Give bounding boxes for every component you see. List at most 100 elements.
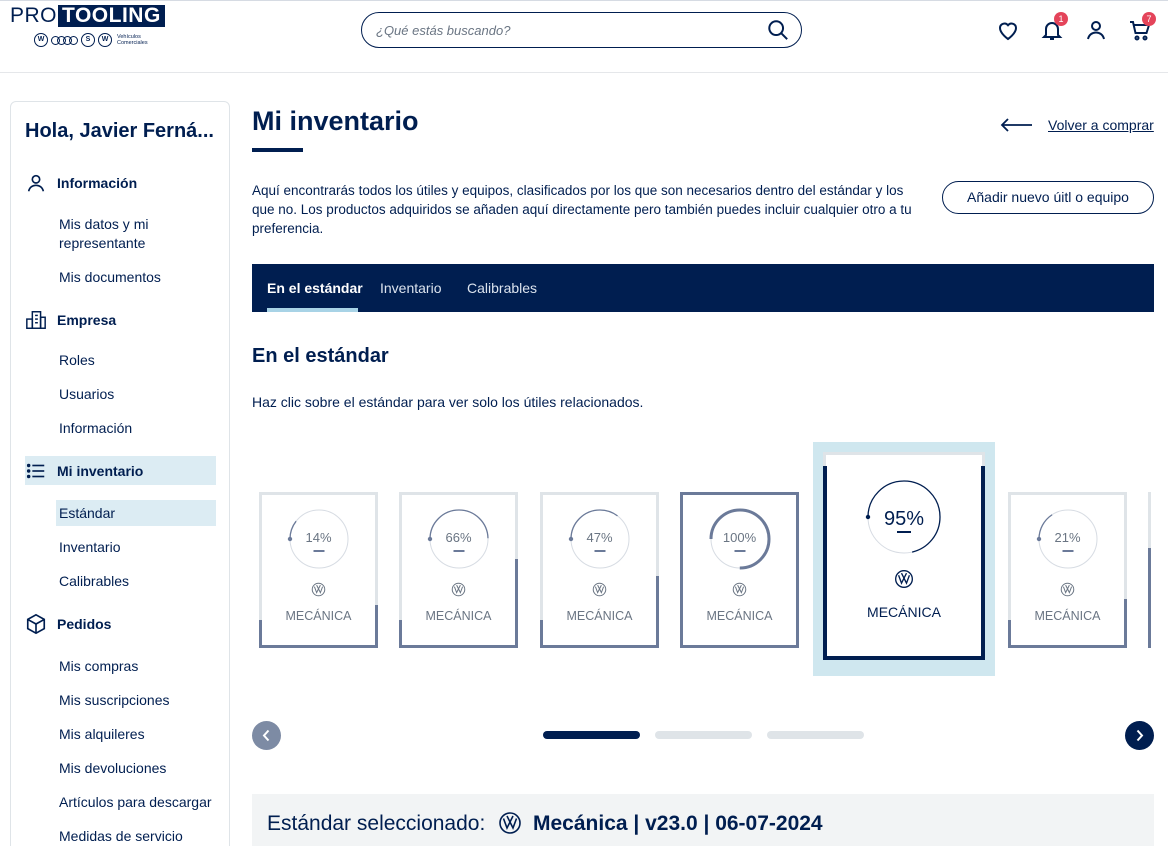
vw-logo-icon	[311, 582, 326, 597]
pager-dot[interactable]	[655, 731, 752, 739]
card-label: MECÁNICA	[867, 604, 941, 620]
sidebar-item-roles[interactable]: Roles	[59, 351, 95, 370]
chevron-left-icon	[262, 729, 270, 742]
top-header: PRO TOOLING W S W Vehículos Comerciales …	[0, 0, 1168, 73]
selected-standard-label: Estándar seleccionado:	[267, 812, 486, 835]
sidebar-item-calibrables[interactable]: Calibrables	[59, 572, 129, 591]
standard-card[interactable]: 95% MECÁNICA	[823, 452, 985, 660]
section-title: En el estándar	[252, 345, 389, 367]
search-placeholder: ¿Qué estás buscando?	[376, 23, 511, 38]
back-to-shop-link[interactable]: Volver a comprar	[1048, 117, 1154, 133]
logo-tooling-text: TOOLING	[58, 5, 165, 27]
logo-pro-text: PRO	[10, 4, 58, 27]
pager-dot[interactable]	[767, 731, 864, 739]
sidebar-section-informacion[interactable]: Información	[25, 172, 137, 194]
search-icon[interactable]	[767, 19, 789, 41]
sidebar-section-label: Empresa	[57, 312, 117, 328]
card-accent-right	[656, 576, 659, 648]
carousel-prev-button[interactable]	[252, 721, 281, 750]
tab-inventario[interactable]: Inventario	[380, 280, 441, 296]
card-accent-left	[540, 620, 543, 648]
tab-en-el-estandar[interactable]: En el estándar	[267, 280, 363, 296]
box-icon	[26, 613, 46, 635]
vw-logo-icon	[1060, 582, 1075, 597]
peek-card-accent	[1148, 548, 1151, 648]
sidebar-section-label: Mi inventario	[57, 463, 144, 479]
card-percent: 21%	[1054, 530, 1081, 545]
back-to-shop[interactable]: Volver a comprar	[1000, 117, 1154, 133]
card-brand	[826, 569, 982, 594]
add-tool-button[interactable]: Añadir nuevo úitl o equipo	[942, 181, 1154, 214]
card-percent: 14%	[305, 530, 332, 545]
notifications-button[interactable]: 1	[1040, 12, 1068, 42]
vw-logo-icon	[499, 812, 521, 834]
section-hint: Haz clic sobre el estándar para ver solo…	[252, 394, 644, 410]
logo-sub-text: Vehículos Comerciales	[117, 34, 148, 46]
arrow-left-icon	[1000, 118, 1032, 132]
title-underline	[252, 148, 303, 152]
card-accent-right	[515, 559, 518, 648]
carousel-next-button[interactable]	[1125, 721, 1154, 750]
vw-logo-icon	[451, 582, 466, 597]
card-accent-right	[375, 605, 378, 648]
sidebar-item-mis-suscripciones[interactable]: Mis suscripciones	[59, 691, 169, 710]
sidebar-item-estandar[interactable]: Estándar	[59, 504, 115, 523]
heart-icon[interactable]	[996, 18, 1020, 42]
sidebar-item-mis-documentos[interactable]: Mis documentos	[59, 268, 161, 287]
sidebar-section-pedidos[interactable]: Pedidos	[25, 613, 111, 635]
skoda-logo-icon: S	[81, 33, 95, 47]
sidebar-item-usuarios[interactable]: Usuarios	[59, 385, 114, 404]
pager-dot-active[interactable]	[543, 731, 640, 739]
card-brand	[262, 582, 375, 602]
chevron-right-icon	[1136, 729, 1144, 742]
card-label: MECÁNICA	[285, 609, 352, 623]
card-accent-left	[399, 620, 402, 648]
standard-card[interactable]: 66% MECÁNICA	[399, 492, 518, 648]
card-accent-left	[1008, 620, 1011, 648]
protooling-logo[interactable]: PRO TOOLING W S W Vehículos Comerciales	[10, 5, 165, 47]
sidebar-section-label: Información	[57, 175, 138, 191]
audi-logo-icon	[51, 35, 78, 45]
sidebar-item-articulos-descargar[interactable]: Artículos para descargar	[59, 793, 212, 812]
sidebar-item-mis-devoluciones[interactable]: Mis devoluciones	[59, 759, 166, 778]
sidebar-item-medidas-servicio[interactable]: Medidas de servicio	[59, 827, 183, 846]
standard-card[interactable]: 47% MECÁNICA	[540, 492, 659, 648]
user-greeting: Hola, Javier Ferná...	[25, 120, 214, 142]
sidebar-item-mis-alquileres[interactable]: Mis alquileres	[59, 725, 145, 744]
sidebar-section-label: Pedidos	[57, 616, 112, 632]
user-icon[interactable]	[1084, 18, 1108, 42]
card-brand	[543, 582, 656, 602]
card-accent-right	[1124, 599, 1127, 648]
list-icon	[26, 463, 45, 479]
vw-logo-icon	[592, 582, 607, 597]
card-brand	[402, 582, 515, 602]
search-bar[interactable]: ¿Qué estás buscando?	[361, 12, 802, 48]
sidebar-section-mi-inventario[interactable]: Mi inventario	[25, 460, 143, 482]
standard-card[interactable]: 14% MECÁNICA	[259, 492, 378, 648]
vw-logo-icon: W	[34, 33, 48, 47]
card-brand	[683, 582, 796, 602]
vw-logo-icon	[732, 582, 747, 597]
card-label: MECÁNICA	[706, 609, 773, 623]
selected-standard-bar: Estándar seleccionado: Mecánica | v23.0 …	[252, 794, 1154, 846]
cart-button[interactable]: 7	[1128, 12, 1156, 42]
carousel-peek-card	[1148, 492, 1156, 648]
sidebar-item-mis-datos[interactable]: Mis datos y mi representante	[59, 215, 209, 253]
sidebar-item-mis-compras[interactable]: Mis compras	[59, 657, 138, 676]
card-accent-left	[259, 620, 262, 648]
tab-calibrables[interactable]: Calibrables	[467, 280, 537, 296]
card-label: MECÁNICA	[425, 609, 492, 623]
page-title: Mi inventario	[252, 106, 419, 136]
sidebar-item-informacion[interactable]: Información	[59, 419, 132, 438]
inventory-tabs: En el estándar Inventario Calibrables	[252, 264, 1154, 312]
card-brand	[1011, 582, 1124, 602]
card-percent: 66%	[445, 530, 472, 545]
standard-card[interactable]: 100% MECÁNICA	[680, 492, 799, 648]
building-icon	[26, 311, 46, 329]
card-accent-left	[823, 466, 827, 660]
card-label: MECÁNICA	[566, 609, 633, 623]
sidebar-section-empresa[interactable]: Empresa	[25, 309, 116, 331]
vw-commercial-logo-icon: W	[98, 33, 112, 47]
sidebar-item-inventario[interactable]: Inventario	[59, 538, 120, 557]
standard-card[interactable]: 21% MECÁNICA	[1008, 492, 1127, 648]
